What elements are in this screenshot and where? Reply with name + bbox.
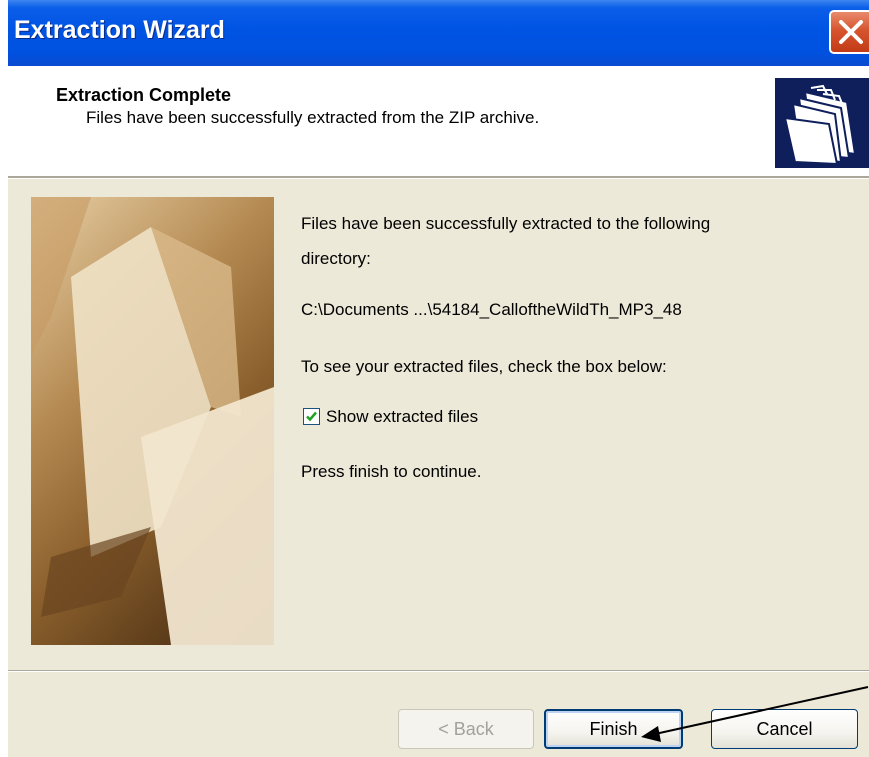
wizard-header: Extraction Complete Files have been succ… [8, 66, 869, 176]
show-extracted-files-checkbox[interactable] [303, 408, 320, 425]
finish-button[interactable]: Finish [544, 709, 683, 749]
close-icon [839, 20, 863, 44]
check-icon [306, 411, 317, 422]
cancel-button[interactable]: Cancel [711, 709, 858, 749]
folders-icon [775, 78, 869, 168]
continue-text: Press finish to continue. [301, 462, 482, 481]
footer-divider [8, 670, 869, 672]
instruction-text: To see your extracted files, check the b… [301, 357, 667, 376]
title-bar[interactable]: Extraction Wizard [8, 0, 869, 66]
folder-illustration [31, 197, 274, 645]
show-extracted-files-label[interactable]: Show extracted files [326, 407, 478, 427]
wizard-content: Files have been successfully extracted t… [8, 179, 869, 757]
header-subtitle: Files have been successfully extracted f… [86, 108, 540, 127]
extraction-wizard-window: Extraction Wizard Extraction Complete Fi… [8, 0, 869, 757]
header-title: Extraction Complete [56, 85, 232, 105]
back-button[interactable]: < Back [398, 709, 534, 749]
window-title: Extraction Wizard [14, 16, 225, 44]
close-button[interactable] [829, 10, 869, 54]
extraction-path: C:\Documents ...\54184_CalloftheWildTh_M… [301, 300, 682, 319]
success-message-line2: directory: [301, 249, 371, 268]
success-message-line1: Files have been successfully extracted t… [301, 214, 711, 233]
